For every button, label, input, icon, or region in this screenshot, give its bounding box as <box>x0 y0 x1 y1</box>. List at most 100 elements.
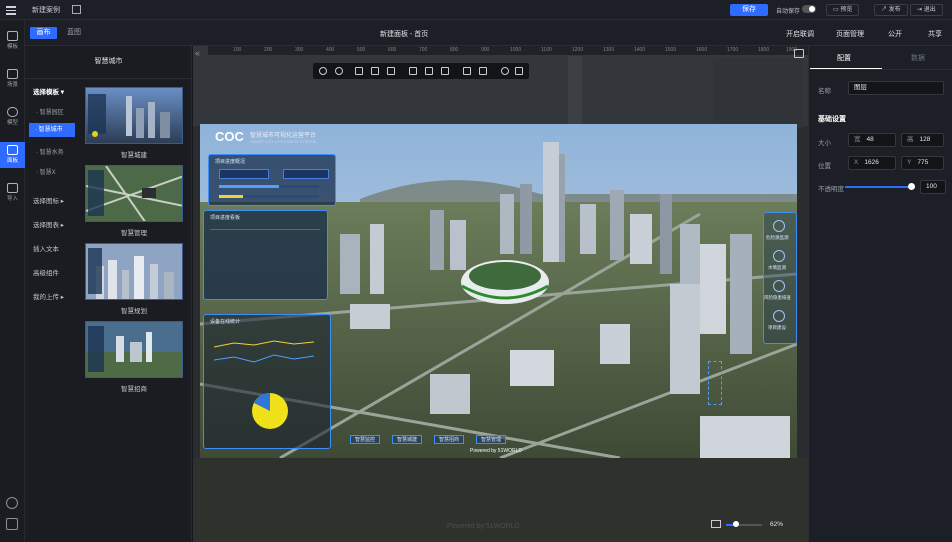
category-advanced[interactable]: 高级组件 <box>33 267 59 277</box>
layers-icon[interactable] <box>794 49 804 58</box>
width-input[interactable]: 宽 48 <box>848 133 896 147</box>
paint-icon[interactable] <box>501 67 509 75</box>
align-center-h-icon[interactable] <box>371 67 379 75</box>
position-label: 位置 <box>818 163 831 170</box>
lock-icon[interactable] <box>515 67 523 75</box>
layout-icon[interactable] <box>72 5 81 14</box>
share-button[interactable]: 共享 <box>928 29 942 39</box>
right-nav-label: 风险隐患排查 <box>764 295 791 300</box>
subcat-city[interactable]: · 智慧城市 <box>29 123 75 137</box>
undo-icon[interactable] <box>335 67 343 75</box>
template-thumb-investment[interactable] <box>85 321 183 378</box>
line-chart <box>214 340 315 363</box>
menu-icon[interactable] <box>6 4 18 16</box>
align-left-icon[interactable] <box>355 67 363 75</box>
background-watermark: Powered by 51WORLD <box>447 523 520 530</box>
progress-fill <box>219 195 243 198</box>
divider <box>25 78 192 79</box>
ruler-tick: 700 <box>419 47 428 53</box>
redo-icon[interactable] <box>319 67 327 75</box>
rail-item-models[interactable]: 模型 <box>0 104 25 130</box>
project-build-icon[interactable] <box>773 310 785 322</box>
preview-label: 预览 <box>840 7 853 13</box>
tab-construction[interactable]: 智慧城建 <box>392 435 423 444</box>
device-stats-panel: 设备在线统计 <box>203 314 331 449</box>
ruler-tick: 300 <box>295 47 304 53</box>
debug-toggle-button[interactable]: 开启联调 <box>786 29 814 39</box>
template-label: 智慧管理 <box>121 230 147 237</box>
category-text[interactable]: 插入文本 <box>33 243 59 253</box>
ruler-tick: 1200 <box>572 47 584 53</box>
align-right-icon[interactable] <box>387 67 395 75</box>
ruler-tick: 800 <box>450 47 459 53</box>
panel-title: 项目进度看板 <box>210 215 241 221</box>
category-icons[interactable]: 选择图标 ▸ <box>33 195 64 205</box>
exit-button[interactable]: ⇥ 退出 <box>910 4 943 16</box>
preview-button[interactable]: ▭ 预览 <box>826 4 860 16</box>
publish-button[interactable]: ↗ 发布 <box>874 4 908 16</box>
tab-management[interactable]: 智慧管理 <box>476 435 507 444</box>
help-icon[interactable] <box>6 497 18 509</box>
rail-item-import[interactable]: 导入 <box>0 180 25 206</box>
panel-title: 设备在线统计 <box>210 319 241 325</box>
category-charts[interactable]: 选择图表 ▸ <box>33 219 64 229</box>
align-bottom-icon[interactable] <box>441 67 449 75</box>
height-input[interactable]: 高 128 <box>901 133 944 147</box>
distribute-v-icon[interactable] <box>463 67 471 75</box>
public-button[interactable]: 公开 <box>888 29 902 39</box>
fullscreen-icon[interactable] <box>6 518 18 530</box>
selection-box[interactable] <box>708 361 722 405</box>
y-input[interactable]: Y 775 <box>901 156 944 170</box>
keyboard-icon[interactable] <box>711 520 721 528</box>
panel-title: 项目进度概况 <box>215 159 246 165</box>
template-thumb-management[interactable] <box>85 165 183 222</box>
dashboard-subtitle: SMART CITY OPERATION SYSTEM <box>250 139 316 144</box>
tab-blueprint[interactable]: 蓝图 <box>62 27 86 39</box>
template-label: 智慧城建 <box>121 152 147 159</box>
rail-label: 模板 <box>6 44 18 50</box>
zoom-slider-knob[interactable] <box>733 521 739 527</box>
template-thumb-construction[interactable] <box>85 87 183 144</box>
opacity-slider[interactable] <box>845 186 915 188</box>
subcat-water[interactable]: · 智慧水务 <box>36 147 64 156</box>
tab-monitor[interactable]: 智慧监控 <box>350 435 381 444</box>
rail-item-scenes[interactable]: 场景 <box>0 66 25 92</box>
align-top-icon[interactable] <box>409 67 417 75</box>
tab-config[interactable]: 配置 <box>837 53 851 63</box>
panel-icon <box>7 145 18 155</box>
cube-icon <box>7 107 18 117</box>
rail-item-templates[interactable]: 模板 <box>0 28 25 54</box>
line-series-b <box>214 354 315 363</box>
ruler-tick: 600 <box>388 47 397 53</box>
category-templates[interactable]: 选择模板 ▾ <box>33 86 64 96</box>
tab-investment[interactable]: 智慧招商 <box>434 435 465 444</box>
template-thumb-planning[interactable] <box>85 243 183 300</box>
zoom-slider[interactable] <box>726 524 762 526</box>
water-monitor-icon[interactable] <box>773 250 785 262</box>
category-label: 选择图表 <box>33 222 59 229</box>
tab-data[interactable]: 数据 <box>911 53 925 63</box>
ruler-tick: 1000 <box>510 47 522 53</box>
right-nav-label: 项目建设 <box>768 325 786 330</box>
subcat-park[interactable]: · 智慧园区 <box>36 107 64 116</box>
progress-track <box>219 185 319 188</box>
dashboard-stage[interactable]: COC 智慧城市可视化运营平台 SMART CITY OPERATION SYS… <box>200 124 797 458</box>
category-uploads[interactable]: 我的上传 ▸ <box>33 291 64 301</box>
rail-item-panels[interactable]: 面板 <box>0 142 25 168</box>
subcat-x[interactable]: · 智慧X <box>36 167 56 176</box>
name-input[interactable]: 图层 <box>848 81 944 95</box>
save-button[interactable]: 保存 <box>730 4 768 16</box>
tab-canvas[interactable]: 画布 <box>30 27 57 39</box>
hazard-monitor-icon[interactable] <box>773 220 785 232</box>
page-manage-button[interactable]: 页面管理 <box>836 29 864 39</box>
opacity-input[interactable]: 100 <box>920 180 946 194</box>
risk-check-icon[interactable] <box>773 280 785 292</box>
document-title: 新建面板 - 首页 <box>380 31 429 38</box>
distribute-h-icon[interactable] <box>479 67 487 75</box>
opacity-slider-knob[interactable] <box>908 183 915 190</box>
x-input[interactable]: X 1626 <box>848 156 896 170</box>
rail-label: 模型 <box>6 120 18 126</box>
collapse-panel-icon[interactable]: « <box>195 48 200 58</box>
align-middle-icon[interactable] <box>425 67 433 75</box>
autosave-toggle[interactable] <box>802 5 816 13</box>
